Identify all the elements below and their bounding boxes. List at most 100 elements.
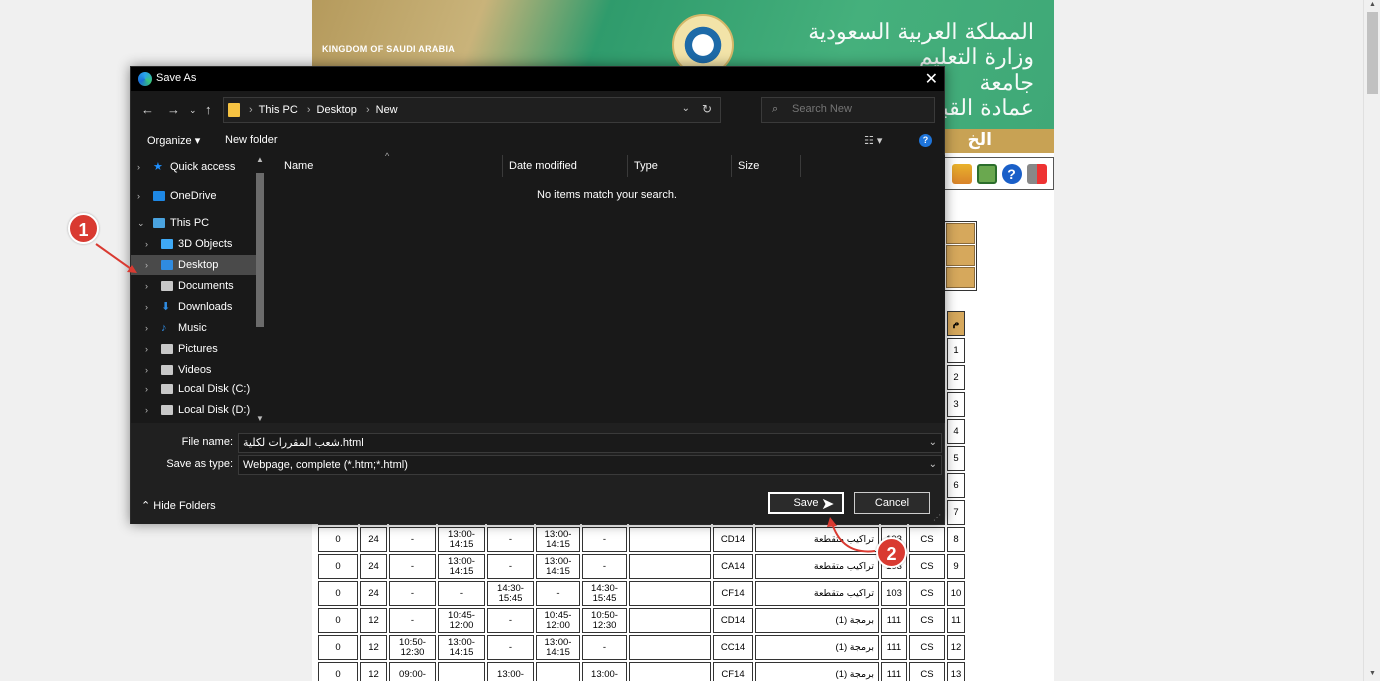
table-cell: 111 bbox=[881, 635, 907, 660]
file-name-input[interactable]: شعب المقررات لكلية.html ⌄ bbox=[238, 433, 942, 453]
scrollbar-thumb[interactable] bbox=[1367, 12, 1378, 94]
cancel-button[interactable]: Cancel bbox=[854, 492, 930, 514]
cloud-icon bbox=[153, 191, 165, 201]
chevron-right-icon[interactable]: › bbox=[145, 276, 148, 296]
table-cell bbox=[536, 662, 580, 681]
table-cell: - bbox=[536, 581, 580, 606]
back-arrow-icon[interactable]: ← bbox=[141, 102, 154, 117]
table-cell: 10:45- 12:00 bbox=[536, 608, 580, 633]
nav-item-this-pc[interactable]: ⌄ This PC bbox=[131, 213, 259, 233]
table-cell: 10:50- 12:30 bbox=[582, 608, 627, 633]
table-cell: - bbox=[487, 527, 534, 552]
table-cell: 4 bbox=[947, 419, 965, 444]
up-arrow-icon[interactable]: ↑ bbox=[205, 102, 212, 117]
table-cell bbox=[629, 662, 711, 681]
help-icon[interactable]: ? bbox=[919, 134, 932, 147]
table-cell: 10 bbox=[947, 581, 965, 606]
breadcrumb-this-pc[interactable]: This PC bbox=[259, 104, 298, 116]
page-scrollbar[interactable]: ▲ ▼ bbox=[1363, 0, 1380, 681]
chevron-right-icon[interactable]: › bbox=[145, 234, 148, 254]
chevron-right-icon[interactable]: › bbox=[145, 360, 148, 380]
file-name-dropdown-chevron-icon[interactable]: ⌄ bbox=[929, 434, 937, 452]
nav-item-downloads[interactable]: › ⬇ Downloads bbox=[131, 297, 259, 317]
nav-item-onedrive[interactable]: › OneDrive bbox=[131, 186, 259, 206]
forward-arrow-icon[interactable]: → bbox=[167, 102, 180, 117]
table-cell: CS bbox=[909, 662, 945, 681]
nav-item-quick-access[interactable]: › ★ Quick access bbox=[131, 157, 259, 177]
column-name[interactable]: Name bbox=[279, 155, 503, 177]
address-bar[interactable]: › This PC › Desktop › New ⌄ ↻ bbox=[223, 97, 721, 123]
scroll-down-arrow-icon[interactable]: ▼ bbox=[1364, 669, 1380, 679]
report-icon[interactable] bbox=[951, 163, 972, 184]
chevron-right-icon[interactable]: › bbox=[145, 339, 148, 359]
header-cell bbox=[946, 245, 975, 266]
table-cell bbox=[629, 608, 711, 633]
chevron-right-icon[interactable]: › bbox=[145, 297, 148, 317]
table-cell: برمجة (1) bbox=[755, 608, 879, 633]
table-cell bbox=[629, 527, 711, 552]
hide-folders-button[interactable]: ⌃ Hide Folders bbox=[141, 499, 216, 512]
file-name-label: File name: bbox=[181, 436, 233, 448]
notes-icon[interactable] bbox=[976, 163, 997, 184]
table-cell: 111 bbox=[881, 662, 907, 681]
table-row: 0 24- -14:30- 15:45-14:30- 15:45 CF14 تراكيب… bbox=[318, 581, 965, 606]
table-cell: 6 bbox=[947, 473, 965, 498]
nav-item-local-disk-c[interactable]: › Local Disk (C:) bbox=[131, 379, 259, 399]
help-icon[interactable]: ? bbox=[1001, 163, 1022, 184]
resize-grip-icon[interactable]: ⋰ bbox=[933, 513, 941, 522]
dialog-titlebar: Save As ✕ bbox=[131, 67, 944, 91]
breadcrumb-new[interactable]: New bbox=[376, 104, 398, 116]
annotation-badge-2: 2 bbox=[876, 537, 907, 568]
chevron-down-icon[interactable]: ⌄ bbox=[137, 213, 145, 233]
scroll-up-arrow-icon[interactable]: ▲ bbox=[1364, 0, 1380, 10]
column-size[interactable]: Size bbox=[733, 155, 801, 177]
table-cell: 12 bbox=[947, 635, 965, 660]
address-dropdown-chevron-icon[interactable]: ⌄ bbox=[682, 103, 690, 114]
table-cell: - bbox=[582, 527, 627, 552]
table-cell bbox=[629, 581, 711, 606]
chevron-right-icon[interactable]: › bbox=[145, 255, 148, 275]
nav-scroll-up-icon[interactable]: ▲ bbox=[256, 155, 264, 164]
organize-button[interactable]: Organize ▾ bbox=[147, 134, 200, 147]
save-as-type-dropdown-chevron-icon[interactable]: ⌄ bbox=[929, 456, 937, 474]
annotation-arrow-1 bbox=[95, 243, 135, 272]
change-view-icon[interactable]: ☷ ▾ bbox=[864, 134, 882, 147]
nav-item-3d-objects[interactable]: › 3D Objects bbox=[131, 234, 259, 254]
exit-icon[interactable] bbox=[1026, 163, 1047, 184]
table-cell: - bbox=[487, 608, 534, 633]
table-cell: 0 bbox=[318, 554, 358, 579]
table-cell: 12 bbox=[360, 635, 387, 660]
dialog-title: Save As bbox=[156, 72, 197, 84]
nav-scroll-down-icon[interactable]: ▼ bbox=[256, 414, 264, 423]
table-cell: CA14 bbox=[713, 554, 753, 579]
nav-item-pictures[interactable]: › Pictures bbox=[131, 339, 259, 359]
column-date-modified[interactable]: Date modified bbox=[504, 155, 628, 177]
save-as-type-select[interactable]: Webpage, complete (*.htm;*.html) ⌄ bbox=[238, 455, 942, 475]
chevron-right-icon[interactable]: › bbox=[145, 400, 148, 420]
table-cell: برمجة (1) bbox=[755, 635, 879, 660]
table-cell: - bbox=[389, 581, 436, 606]
pictures-icon bbox=[161, 344, 173, 354]
chevron-right-icon[interactable]: › bbox=[145, 379, 148, 399]
navigation-bar: ← → ⌄ ↑ › This PC › Desktop › New ⌄ ↻ ⌕ bbox=[131, 95, 944, 125]
nav-item-desktop[interactable]: › Desktop bbox=[131, 255, 259, 275]
chevron-right-icon[interactable]: › bbox=[145, 318, 148, 338]
nav-scroll-thumb[interactable] bbox=[256, 173, 264, 327]
chevron-right-icon[interactable]: › bbox=[137, 186, 140, 206]
search-box[interactable]: ⌕ bbox=[761, 97, 935, 123]
nav-item-videos[interactable]: › Videos bbox=[131, 360, 259, 380]
refresh-icon[interactable]: ↻ bbox=[702, 102, 712, 116]
search-input[interactable] bbox=[792, 103, 927, 115]
nav-item-music[interactable]: › ♪ Music bbox=[131, 318, 259, 338]
navigation-pane-scrollbar[interactable]: ▲ ▼ bbox=[254, 155, 266, 423]
nav-item-documents[interactable]: › Documents bbox=[131, 276, 259, 296]
header-cell bbox=[946, 267, 975, 288]
new-folder-button[interactable]: New folder bbox=[225, 134, 278, 146]
chevron-right-icon[interactable]: › bbox=[137, 157, 140, 177]
star-icon: ★ bbox=[153, 161, 163, 173]
nav-item-local-disk-d[interactable]: › Local Disk (D:) bbox=[131, 400, 259, 420]
close-icon[interactable]: ✕ bbox=[925, 69, 938, 89]
column-type[interactable]: Type bbox=[629, 155, 732, 177]
breadcrumb-desktop[interactable]: Desktop bbox=[317, 104, 357, 116]
recent-locations-chevron-icon[interactable]: ⌄ bbox=[189, 105, 197, 116]
